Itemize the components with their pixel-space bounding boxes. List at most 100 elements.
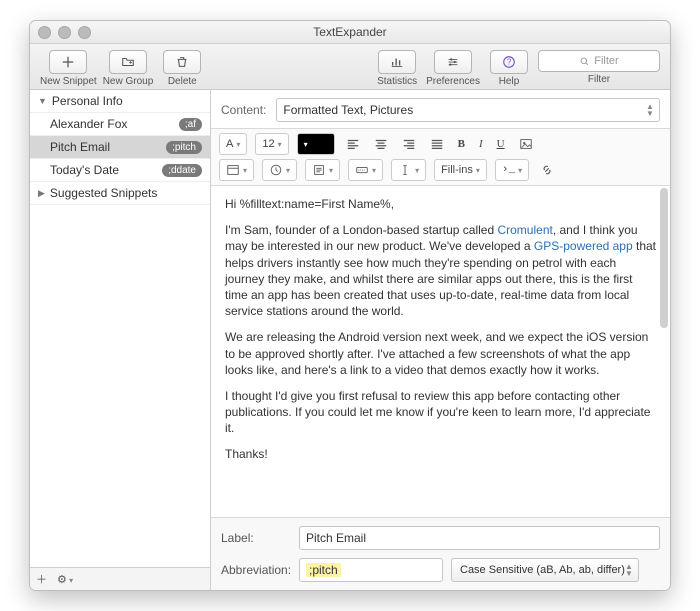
- sliders-icon: [446, 55, 460, 69]
- group-label: Suggested Snippets: [50, 186, 157, 200]
- group-label: Personal Info: [52, 94, 123, 108]
- new-group-button[interactable]: New Group: [103, 50, 154, 87]
- align-justify-button[interactable]: [427, 134, 447, 154]
- actions-menu[interactable]: ⚙ ▾: [57, 573, 73, 586]
- font-size-select[interactable]: 12▾: [255, 133, 288, 155]
- app-window: TextExpander New Snippet New Group Delet…: [29, 20, 671, 591]
- add-button[interactable]: ＋: [36, 571, 47, 587]
- align-left-button[interactable]: [343, 134, 363, 154]
- titlebar: TextExpander: [30, 21, 670, 44]
- new-snippet-button[interactable]: New Snippet: [40, 50, 97, 87]
- link-gps-app[interactable]: GPS-powered app: [534, 239, 633, 253]
- body-text: ,: [391, 197, 394, 211]
- filter-label: Filter: [588, 74, 610, 85]
- image-icon: [519, 137, 533, 151]
- scrollbar[interactable]: [660, 188, 668, 328]
- clock-icon: [269, 163, 283, 177]
- align-justify-icon: [430, 137, 444, 151]
- underline-button[interactable]: U: [494, 134, 508, 154]
- snippet-menu[interactable]: ▾: [305, 159, 340, 181]
- fill-placeholder: %filltext:name=First Name%: [240, 197, 391, 211]
- cursor-menu[interactable]: ▾: [391, 159, 426, 181]
- align-center-button[interactable]: [371, 134, 391, 154]
- new-group-label: New Group: [103, 76, 154, 87]
- date-menu[interactable]: ▾: [219, 159, 254, 181]
- abbr-pill: ;ddate: [162, 164, 202, 177]
- help-button[interactable]: ? Help: [486, 50, 532, 87]
- bold-button[interactable]: B: [455, 134, 468, 154]
- sidebar: ▼ Personal Info Alexander Fox ;af Pitch …: [30, 90, 211, 590]
- detail-pane: Content: Formatted Text, Pictures ▲▼ A▾ …: [211, 90, 670, 590]
- snippet-list: ▼ Personal Info Alexander Fox ;af Pitch …: [30, 90, 210, 567]
- cursor-icon: [398, 163, 412, 177]
- delete-label: Delete: [168, 76, 197, 87]
- body: ▼ Personal Info Alexander Fox ;af Pitch …: [30, 90, 670, 590]
- delete-button[interactable]: Delete: [159, 50, 205, 87]
- key-menu[interactable]: ▾: [348, 159, 383, 181]
- sidebar-footer: ＋ ⚙ ▾: [30, 567, 210, 590]
- script-menu[interactable]: ›_▾: [495, 159, 529, 181]
- svg-text:?: ?: [507, 58, 512, 67]
- filter-placeholder: Filter: [594, 55, 618, 67]
- content-type-value: Formatted Text, Pictures: [283, 103, 413, 117]
- snippet-editor[interactable]: Hi %filltext:name=First Name%, I'm Sam, …: [211, 186, 670, 483]
- stepper-icon: ▲▼: [643, 101, 657, 119]
- body-text: I'm Sam, founder of a London-based start…: [225, 223, 497, 237]
- fillins-menu[interactable]: Fill-ins▾: [434, 159, 487, 181]
- group-suggested-snippets[interactable]: ▶ Suggested Snippets: [30, 182, 210, 205]
- snippet-label: Pitch Email: [50, 140, 110, 154]
- link-button[interactable]: [537, 160, 557, 180]
- content-type-row: Content: Formatted Text, Pictures ▲▼: [211, 90, 670, 128]
- snippet-row-pitch-email[interactable]: Pitch Email ;pitch: [30, 136, 210, 159]
- bottom-fields: Label: Pitch Email Abbreviation: ;pitch …: [211, 517, 670, 590]
- snippet-row-alexander-fox[interactable]: Alexander Fox ;af: [30, 113, 210, 136]
- snippet-label: Today's Date: [50, 163, 119, 177]
- main-toolbar: New Snippet New Group Delete Statistics …: [30, 44, 670, 90]
- window-title: TextExpander: [30, 25, 670, 39]
- plus-icon: [61, 55, 75, 69]
- label-field-label: Label:: [221, 531, 291, 545]
- abbr-pill: ;af: [179, 118, 202, 131]
- label-field-value: Pitch Email: [306, 531, 366, 545]
- align-right-button[interactable]: [399, 134, 419, 154]
- body-text: Thanks!: [225, 446, 656, 462]
- filter-search[interactable]: Filter Filter: [538, 50, 660, 87]
- align-right-icon: [402, 137, 416, 151]
- link-cromulent[interactable]: Cromulent: [497, 223, 552, 237]
- content-type-select[interactable]: Formatted Text, Pictures ▲▼: [276, 98, 660, 122]
- body-text: Hi: [225, 197, 240, 211]
- case-sensitivity-value: Case Sensitive (aB, Ab, ab, differ): [460, 564, 625, 576]
- case-sensitivity-select[interactable]: Case Sensitive (aB, Ab, ab, differ) ▲▼: [451, 558, 639, 582]
- preferences-button[interactable]: Preferences: [426, 50, 480, 87]
- snippet-row-todays-date[interactable]: Today's Date ;ddate: [30, 159, 210, 182]
- italic-button[interactable]: I: [476, 134, 486, 154]
- folder-plus-icon: [121, 55, 135, 69]
- snippet-icon: [312, 163, 326, 177]
- help-icon: ?: [502, 55, 516, 69]
- group-personal-info[interactable]: ▼ Personal Info: [30, 90, 210, 113]
- keyboard-icon: [355, 163, 369, 177]
- insert-image-button[interactable]: [516, 134, 536, 154]
- editor-scroll[interactable]: Hi %filltext:name=First Name%, I'm Sam, …: [211, 186, 670, 517]
- abbreviation-field-value: ;pitch: [306, 563, 341, 577]
- abbreviation-field-label: Abbreviation:: [221, 563, 291, 577]
- body-text: We are releasing the Android version nex…: [225, 329, 656, 378]
- label-field[interactable]: Pitch Email: [299, 526, 660, 550]
- search-icon: [579, 56, 590, 67]
- new-snippet-label: New Snippet: [40, 76, 97, 87]
- align-left-icon: [346, 137, 360, 151]
- toolbar-group-right: Statistics Preferences ? Help Filter Fil…: [374, 50, 660, 87]
- font-family-button[interactable]: A▾: [219, 133, 247, 155]
- content-type-label: Content:: [221, 103, 266, 117]
- toolbar-group-left: New Snippet New Group Delete: [40, 50, 205, 87]
- format-toolbars: A▾ 12▾ ▾ B I U ▾ ▾ ▾ ▾ ▾: [211, 128, 670, 186]
- preferences-label: Preferences: [426, 76, 480, 87]
- stepper-icon: ▲▼: [622, 561, 636, 579]
- text-color-button[interactable]: ▾: [297, 133, 335, 155]
- chart-icon: [390, 55, 404, 69]
- statistics-label: Statistics: [377, 76, 417, 87]
- disclosure-triangle-icon: ▶: [38, 188, 45, 199]
- abbreviation-field[interactable]: ;pitch: [299, 558, 443, 582]
- statistics-button[interactable]: Statistics: [374, 50, 420, 87]
- time-menu[interactable]: ▾: [262, 159, 297, 181]
